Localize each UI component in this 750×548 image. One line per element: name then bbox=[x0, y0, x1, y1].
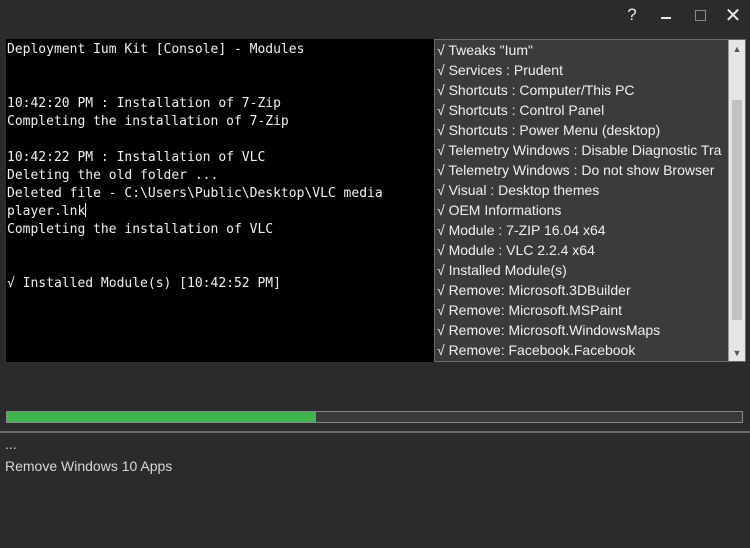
task-list-panel: √ Tweaks "Ium" √ Services : Prudent √ Shor… bbox=[434, 39, 746, 362]
task-list-item: √ Remove: Facebook.Facebook bbox=[437, 342, 636, 358]
status-text: Remove Windows 10 Apps bbox=[5, 458, 173, 474]
task-list-item: √ Services : Prudent bbox=[437, 62, 563, 78]
minimize-button[interactable] bbox=[654, 0, 678, 30]
console-line: Completing the installation of 7-Zip bbox=[7, 114, 289, 129]
progress-bar bbox=[6, 411, 743, 423]
help-button[interactable]: ? bbox=[620, 0, 644, 30]
console-line: Deleted file - C:\Users\Public\Desktop\V… bbox=[7, 186, 383, 201]
status-ellipsis: ... bbox=[5, 436, 17, 452]
task-list: √ Tweaks "Ium" √ Services : Prudent √ Shor… bbox=[437, 40, 727, 360]
maximize-button bbox=[688, 0, 712, 30]
task-list-item: √ Module : 7-ZIP 16.04 x64 bbox=[437, 222, 606, 238]
task-list-item: √ Shortcuts : Control Panel bbox=[437, 102, 605, 118]
scrollbar-thumb[interactable] bbox=[732, 100, 742, 320]
task-list-item: √ Telemetry Windows : Do not show Browse… bbox=[437, 162, 715, 178]
task-list-item: √ Installed Module(s) bbox=[437, 262, 567, 278]
task-list-item: √ Shortcuts : Power Menu (desktop) bbox=[437, 122, 661, 138]
task-list-item: √ Telemetry Windows : Disable Diagnostic… bbox=[437, 142, 722, 158]
task-list-item: √ Tweaks "Ium" bbox=[437, 42, 533, 58]
console-output[interactable]: Deployment Ium Kit [Console] - Modules 10… bbox=[6, 39, 434, 362]
task-list-item: √ Remove: Microsoft.3DBuilder bbox=[437, 282, 631, 298]
task-list-item: √ OEM Informations bbox=[437, 202, 562, 218]
minimize-icon bbox=[661, 17, 671, 19]
console-line: Deployment Ium Kit [Console] - Modules bbox=[7, 42, 305, 57]
separator bbox=[0, 431, 750, 433]
task-list-item: √ Visual : Desktop themes bbox=[437, 182, 600, 198]
task-list-item: √ Module : VLC 2.2.4 x64 bbox=[437, 242, 595, 258]
text-caret bbox=[85, 203, 87, 217]
console-line: 10:42:22 PM : Installation of VLC bbox=[7, 150, 266, 165]
progress-fill bbox=[7, 412, 316, 422]
title-bar: ? ✕ bbox=[0, 0, 750, 30]
close-button[interactable]: ✕ bbox=[721, 0, 745, 30]
console-line: 10:42:20 PM : Installation of 7-Zip bbox=[7, 96, 281, 111]
scroll-up-arrow-icon[interactable]: ▲ bbox=[729, 40, 745, 57]
scroll-down-arrow-icon[interactable]: ▼ bbox=[729, 344, 745, 361]
console-line: player.lnk bbox=[7, 203, 87, 219]
task-list-item: √ Remove: Microsoft.MSPaint bbox=[437, 302, 623, 318]
console-line: Completing the installation of VLC bbox=[7, 222, 274, 237]
task-list-item: √ Remove: Microsoft.WindowsMaps bbox=[437, 322, 661, 338]
task-list-item: √ Shortcuts : Computer/This PC bbox=[437, 82, 635, 98]
maximize-icon bbox=[694, 9, 706, 21]
console-line: √ Installed Module(s) [10:42:52 PM] bbox=[7, 276, 281, 291]
console-line: Deleting the old folder ... bbox=[7, 168, 219, 183]
task-list-scrollbar[interactable]: ▲ ▼ bbox=[728, 40, 745, 361]
